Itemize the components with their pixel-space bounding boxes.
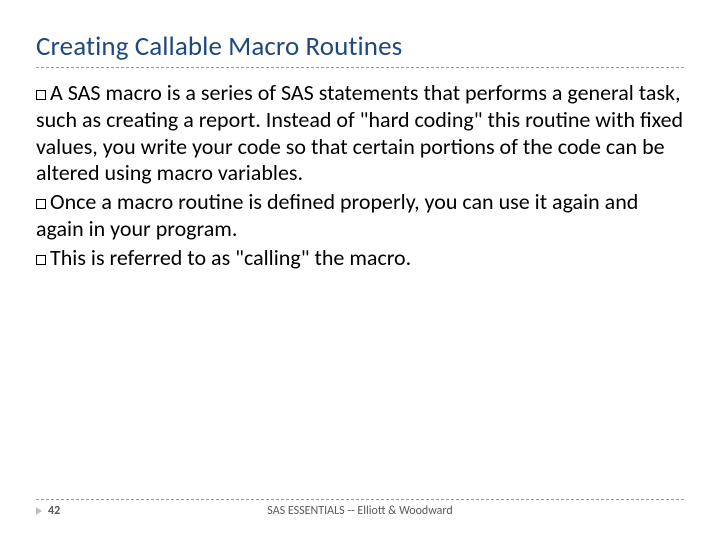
triangle-right-icon bbox=[36, 507, 42, 515]
slide-footer: 42 SAS ESSENTIALS -- Elliott & Woodward bbox=[36, 499, 684, 518]
slide-title: Creating Callable Macro Routines bbox=[36, 30, 684, 63]
footer-source: SAS ESSENTIALS -- Elliott & Woodward bbox=[91, 504, 629, 518]
page-number: 42 bbox=[48, 504, 60, 518]
slide-body: A SAS macro is a series of SAS statement… bbox=[36, 80, 684, 272]
title-divider bbox=[36, 67, 684, 68]
square-bullet-icon bbox=[36, 199, 46, 209]
footer-row: 42 SAS ESSENTIALS -- Elliott & Woodward bbox=[36, 504, 684, 518]
bullet-text: This is referred to as "calling" the mac… bbox=[50, 244, 411, 271]
bullet-text: A SAS macro is a series of SAS statement… bbox=[36, 79, 683, 186]
square-bullet-icon bbox=[36, 90, 46, 100]
square-bullet-icon bbox=[36, 255, 46, 265]
footer-divider bbox=[36, 499, 684, 500]
bullet-text: Once a macro routine is defined properly… bbox=[36, 188, 638, 242]
footer-left: 42 bbox=[36, 504, 91, 518]
slide: Creating Callable Macro Routines A SAS m… bbox=[0, 0, 720, 540]
bullet-item: This is referred to as "calling" the mac… bbox=[36, 245, 684, 272]
bullet-item: A SAS macro is a series of SAS statement… bbox=[36, 80, 684, 187]
bullet-item: Once a macro routine is defined properly… bbox=[36, 189, 684, 243]
